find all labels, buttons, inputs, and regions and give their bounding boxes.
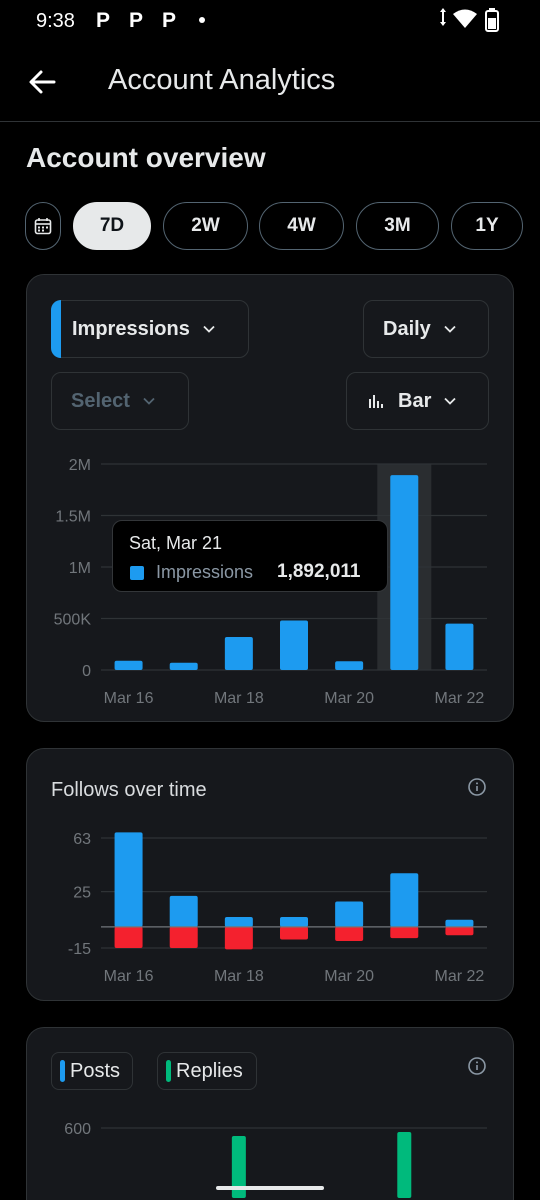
- notification-p-icon: P: [96, 9, 111, 32]
- chart-bar: [445, 623, 474, 670]
- x-tick-label: Mar 22: [435, 690, 485, 707]
- metric-dropdown-label: Impressions: [72, 317, 190, 340]
- x-tick-label: Mar 18: [214, 968, 264, 985]
- follows-bar: [280, 916, 308, 927]
- metric-color-accent: [51, 300, 61, 358]
- chevron-down-icon: [444, 325, 456, 333]
- legend-replies[interactable]: Replies: [157, 1052, 257, 1090]
- posts-replies-card: Posts Replies 600: [26, 1027, 514, 1200]
- legend-replies-label: Replies: [176, 1059, 243, 1082]
- status-bar: 9:38 P P P: [0, 0, 540, 44]
- replies-bar: [397, 1132, 412, 1198]
- chart-bar: [114, 660, 143, 670]
- tooltip-date: Sat, Mar 21: [129, 533, 223, 553]
- impressions-card: Impressions Daily Select Bar 2M 1.5M 1M 500…: [26, 274, 514, 722]
- back-arrow-icon[interactable]: [26, 66, 58, 98]
- y-tick-label: 500K: [54, 612, 92, 629]
- follows-card: Follows over time 63 25 -15 Mar 16 Mar 18 Mar…: [26, 748, 514, 1001]
- follows-bar: [114, 832, 143, 927]
- calendar-icon: [34, 218, 52, 235]
- status-time: 9:38: [36, 10, 75, 32]
- follows-bar: [335, 901, 364, 927]
- follows-bar: [390, 873, 419, 927]
- x-tick-label: Mar 18: [214, 690, 264, 707]
- date-range-selector: 7D 2W 4W 3M 1Y: [0, 202, 540, 250]
- range-pill-4w[interactable]: 4W: [259, 202, 344, 250]
- unfollows-bar: [390, 926, 419, 939]
- app-bar: Account Analytics: [0, 44, 540, 122]
- range-pill-2w[interactable]: 2W: [163, 202, 248, 250]
- follows-bar: [445, 919, 474, 927]
- battery-icon: [485, 8, 499, 32]
- unfollows-bar: [114, 926, 143, 948]
- unfollows-bar: [169, 926, 198, 948]
- x-tick-label: Mar 20: [324, 690, 374, 707]
- info-icon[interactable]: [467, 777, 487, 797]
- home-indicator: [216, 1186, 324, 1190]
- chart-bar: [280, 620, 308, 670]
- chart-type-dropdown-label: Bar: [398, 389, 432, 412]
- wifi-icon: [453, 9, 477, 28]
- compare-dropdown[interactable]: Select: [51, 372, 189, 430]
- chart-bar: [390, 475, 419, 670]
- tooltip-swatch: [130, 566, 144, 580]
- chart-bar: [335, 661, 364, 670]
- section-title: Account overview: [26, 142, 266, 173]
- chevron-down-icon: [203, 325, 215, 333]
- legend-posts-color: [60, 1060, 65, 1082]
- calendar-button[interactable]: [25, 202, 61, 250]
- more-notifications-dot: [199, 17, 205, 23]
- data-arrows-icon: [440, 8, 446, 26]
- unfollows-bar: [280, 926, 308, 940]
- range-pill-7d[interactable]: 7D: [73, 202, 151, 250]
- unfollows-bar: [445, 926, 474, 936]
- y-tick-label: -15: [68, 941, 91, 958]
- unfollows-bar: [335, 926, 364, 941]
- metric-dropdown[interactable]: Impressions: [51, 300, 249, 358]
- interval-dropdown[interactable]: Daily: [363, 300, 489, 358]
- tooltip-value: 1,892,011: [277, 561, 361, 582]
- page-title: Account Analytics: [108, 64, 336, 96]
- y-tick-label: 600: [64, 1121, 91, 1138]
- x-tick-label: Mar 16: [104, 690, 154, 707]
- follows-bar-chart[interactable]: 63 25 -15 Mar 16 Mar 18 Mar 20 Mar 22: [27, 827, 514, 997]
- interval-dropdown-label: Daily: [383, 317, 431, 340]
- chevron-down-icon: [143, 397, 155, 405]
- legend-posts-label: Posts: [70, 1059, 121, 1082]
- info-icon[interactable]: [467, 1056, 487, 1076]
- unfollows-bar: [224, 926, 253, 950]
- x-tick-label: Mar 20: [324, 968, 374, 985]
- follows-bar: [169, 895, 198, 927]
- range-pill-3m[interactable]: 3M: [356, 202, 439, 250]
- range-pill-1y[interactable]: 1Y: [451, 202, 523, 250]
- tooltip-metric: Impressions: [156, 562, 254, 582]
- y-tick-label: 63: [73, 831, 91, 848]
- notification-p-icon: P: [129, 9, 144, 32]
- x-tick-label: Mar 22: [435, 968, 485, 985]
- chart-bar: [224, 637, 253, 670]
- chevron-down-icon: [444, 397, 456, 405]
- y-tick-label: 1M: [69, 560, 91, 577]
- y-tick-label: 0: [82, 663, 91, 680]
- x-tick-label: Mar 16: [104, 968, 154, 985]
- follows-bar: [224, 916, 253, 927]
- chart-bar: [169, 662, 198, 670]
- y-tick-label: 25: [73, 885, 91, 902]
- y-tick-label: 1.5M: [55, 509, 91, 526]
- chart-tooltip: Sat, Mar 21 Impressions 1,892,011: [112, 520, 388, 592]
- legend-posts[interactable]: Posts: [51, 1052, 133, 1090]
- y-tick-label: 2M: [69, 457, 91, 474]
- chart-type-dropdown[interactable]: Bar: [346, 372, 489, 430]
- follows-card-title: Follows over time: [51, 779, 207, 801]
- bar-chart-icon: [369, 395, 383, 408]
- compare-dropdown-label: Select: [71, 389, 130, 412]
- notification-p-icon: P: [162, 9, 177, 32]
- legend-replies-color: [166, 1060, 171, 1082]
